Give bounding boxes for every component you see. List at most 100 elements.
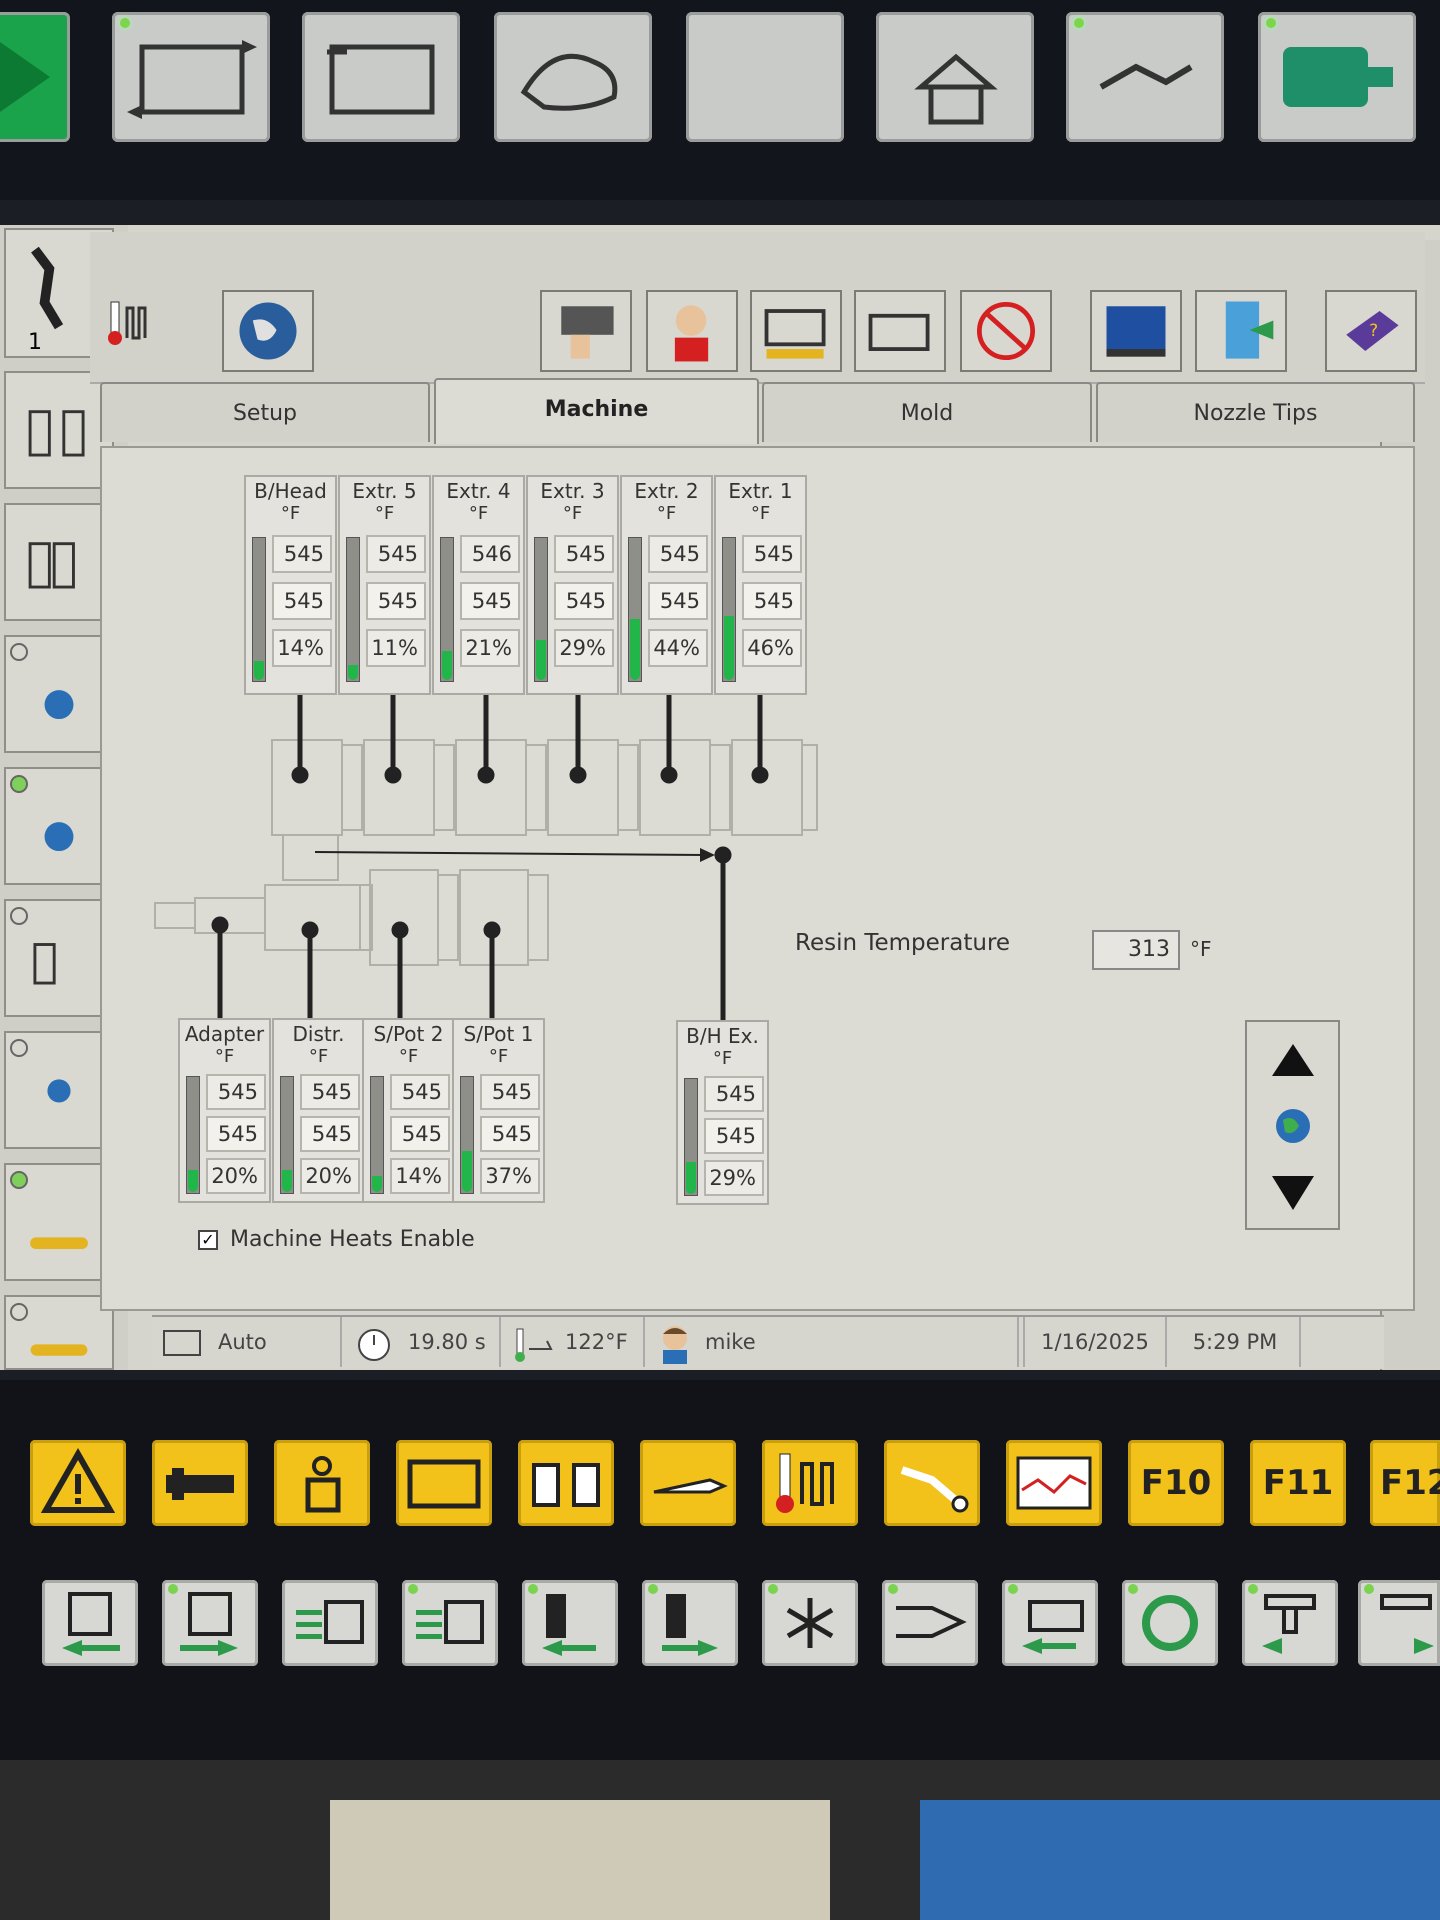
zone-setpoint-field[interactable]: 545: [480, 1074, 540, 1110]
zone-extr-1: Extr. 1 °F 545 545 46%: [714, 475, 807, 695]
manual-key[interactable]: [494, 12, 652, 142]
robot-arm-key[interactable]: [884, 1440, 980, 1526]
machine-heats-enable-label: Machine Heats Enable: [230, 1227, 475, 1252]
screw-back-key[interactable]: [1002, 1580, 1098, 1666]
page-up-button[interactable]: [1247, 1024, 1338, 1092]
screw-rotate-key[interactable]: [1122, 1580, 1218, 1666]
operator-icon: [674, 305, 709, 362]
logout-button[interactable]: [1195, 290, 1287, 372]
carriage-back-key[interactable]: [522, 1580, 618, 1666]
conveyor-left-button[interactable]: [4, 1163, 114, 1281]
machine-heats-enable-checkbox[interactable]: ✓: [198, 1230, 218, 1250]
machine-icon: [868, 313, 930, 351]
nozzle-key[interactable]: [882, 1580, 978, 1666]
zone-setpoint-field[interactable]: 545: [300, 1074, 360, 1110]
zone-name: Extr. 2: [634, 479, 699, 503]
core-back-key[interactable]: [1242, 1580, 1338, 1666]
tab-mold[interactable]: Mold: [762, 382, 1092, 442]
cycle-time-text: 19.80 s: [408, 1330, 486, 1354]
core-forward-key[interactable]: [1358, 1580, 1440, 1666]
injection-key[interactable]: [640, 1440, 736, 1526]
screen-capture-button[interactable]: [1090, 290, 1182, 372]
ejector-forward-key[interactable]: [402, 1580, 498, 1666]
f10-key[interactable]: F10: [1128, 1440, 1224, 1526]
machine-overview-key[interactable]: [152, 1440, 248, 1526]
mold-open-button[interactable]: [4, 371, 114, 489]
auto-cycle-key[interactable]: [112, 12, 270, 142]
cycle-start-key[interactable]: [0, 12, 70, 142]
robot-arm-icon: [900, 1466, 969, 1513]
zone-extr-3: Extr. 3 °F 545 545 29%: [526, 475, 619, 695]
ejector-back-key[interactable]: [282, 1580, 378, 1666]
mold-open-icon: [28, 410, 85, 457]
zone-output-field: 14%: [272, 629, 332, 667]
blank-key[interactable]: [686, 12, 844, 142]
f12-key[interactable]: F12: [1370, 1440, 1440, 1526]
alarm-key[interactable]: [30, 1440, 126, 1526]
film-screen-icon: [1106, 306, 1166, 357]
zone-setpoint-field[interactable]: 545: [742, 535, 802, 573]
alarm-silence-button[interactable]: [960, 290, 1052, 372]
cycle-arrows-icon: [127, 40, 257, 119]
zone-setpoint-field[interactable]: 545: [390, 1074, 450, 1110]
robot-rotate-button[interactable]: [4, 635, 114, 753]
zone-setpoint-field[interactable]: 545: [704, 1076, 764, 1112]
mold-close-right-key[interactable]: [162, 1580, 258, 1666]
ejector-button[interactable]: [4, 899, 114, 1017]
mold-close-button[interactable]: [4, 503, 114, 621]
heater-output-bar: [370, 1076, 384, 1194]
robot-home-key[interactable]: [876, 12, 1034, 142]
hand-icon: [520, 53, 618, 111]
f11-key[interactable]: F11: [1250, 1440, 1346, 1526]
mode-text: Auto: [218, 1330, 267, 1354]
language-globe-button[interactable]: [1247, 1092, 1338, 1160]
mold-open-left-key[interactable]: [42, 1580, 138, 1666]
language-button[interactable]: [222, 290, 314, 372]
zone-setpoint-field[interactable]: 545: [648, 535, 708, 573]
robot-rotate-back-button[interactable]: [4, 767, 114, 885]
operator-button[interactable]: [646, 290, 738, 372]
zone-name: S/Pot 1: [463, 1022, 534, 1046]
tab-machine[interactable]: Machine: [434, 378, 759, 444]
heater-output-fill: [686, 1162, 696, 1194]
heater-output-bar: [722, 537, 736, 682]
conveyor-right-button[interactable]: [4, 1295, 114, 1370]
semi-auto-key[interactable]: [302, 12, 460, 142]
rotate-gripper-icon: [44, 690, 74, 720]
vacuum-button[interactable]: [4, 1031, 114, 1149]
mold-key[interactable]: [518, 1440, 614, 1526]
camera-button[interactable]: [540, 290, 632, 372]
tab-setup[interactable]: Setup: [100, 382, 430, 442]
robot-key[interactable]: [274, 1440, 370, 1526]
speaker-muted-icon: [976, 301, 1036, 361]
machine-setup-button[interactable]: [750, 290, 842, 372]
zone-actual-field: 545: [742, 582, 802, 620]
zone-setpoint-field[interactable]: 546: [460, 535, 520, 573]
status-date: 1/16/2025: [1023, 1317, 1167, 1367]
graph-key[interactable]: [1006, 1440, 1102, 1526]
heater-output-fill: [188, 1170, 198, 1192]
zone-setpoint-field[interactable]: 545: [554, 535, 614, 573]
zone-distr: Distr. °F 545 545 20%: [272, 1018, 365, 1203]
help-button[interactable]: ?: [1325, 290, 1417, 372]
thermometer-icon: [776, 1453, 834, 1513]
floor-mat: [920, 1800, 1440, 1920]
zone-setpoint-field[interactable]: 545: [272, 535, 332, 573]
zone-name: Extr. 5: [352, 479, 417, 503]
machine-button[interactable]: [854, 290, 946, 372]
zone-name: B/Head: [254, 479, 327, 503]
zone-name: Extr. 4: [446, 479, 511, 503]
carriage-forward-key[interactable]: [642, 1580, 738, 1666]
zone-actual-field: 545: [554, 582, 614, 620]
zone-setpoint-field[interactable]: 545: [206, 1074, 266, 1110]
clamp-key[interactable]: [396, 1440, 492, 1526]
tab-nozzle-tips[interactable]: Nozzle Tips: [1096, 382, 1415, 442]
temperature-key[interactable]: [762, 1440, 858, 1526]
page-down-button[interactable]: [1247, 1160, 1338, 1228]
status-cycle-time: 19.80 s: [346, 1317, 501, 1367]
motor-key[interactable]: [1258, 12, 1416, 142]
zone-setpoint-field[interactable]: 545: [366, 535, 426, 573]
robot-handshake-key[interactable]: [1066, 12, 1224, 142]
conveyor-icon: [30, 1237, 88, 1249]
cooling-key[interactable]: [762, 1580, 858, 1666]
